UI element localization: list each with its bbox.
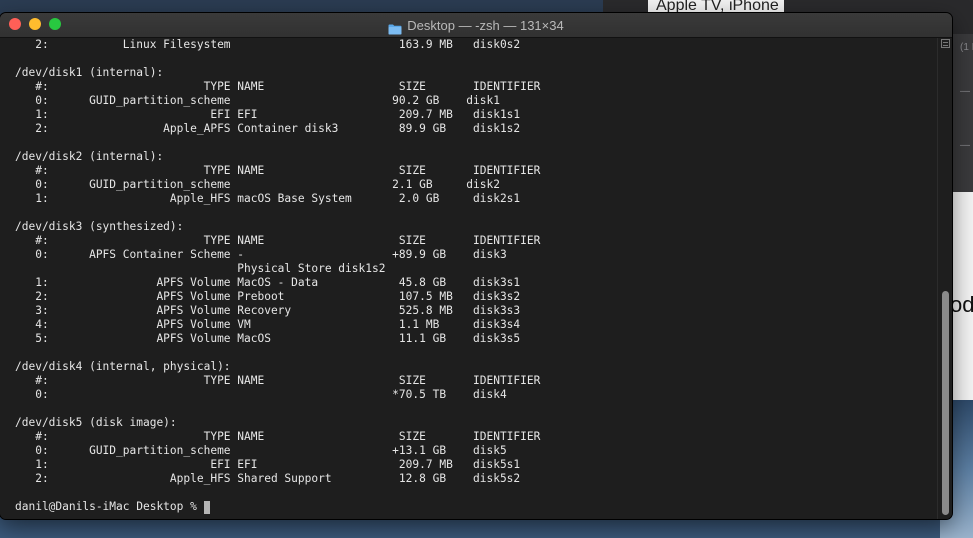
title-bar[interactable]: Desktop — -zsh — 131×34	[0, 13, 952, 38]
shell-prompt-line[interactable]: danil@Danils-iMac Desktop %	[15, 500, 210, 514]
vertical-scrollbar[interactable]	[937, 38, 952, 519]
terminal-content[interactable]: 2: Linux Filesystem 163.9 MB disk0s2 /de…	[0, 38, 937, 519]
window-title: Desktop — -zsh — 131×34	[0, 13, 952, 37]
background-side-text: (1 I	[960, 42, 973, 53]
background-side-text: — sto	[960, 140, 973, 151]
window-title-text: Desktop — -zsh — 131×34	[407, 17, 564, 33]
terminal-output: 2: Linux Filesystem 163.9 MB disk0s2 /de…	[15, 38, 541, 485]
terminal-window[interactable]: Desktop — -zsh — 131×34 2: Linux Filesys…	[0, 13, 952, 519]
background-window-strip-text: Apple TV, iPhone	[656, 0, 779, 14]
shell-prompt: danil@Danils-iMac Desktop %	[15, 500, 197, 513]
background-side-text: — sto	[960, 86, 973, 97]
scroll-menu-icon[interactable]	[941, 39, 950, 48]
folder-icon	[388, 20, 402, 34]
background-side-panel[interactable]: (1 I — sto — sto	[950, 34, 973, 192]
background-window-title-strip[interactable]: Apple TV, iPhone	[648, 0, 784, 14]
background-white-panel[interactable]: od	[950, 192, 973, 407]
background-white-panel-text: od	[950, 292, 973, 317]
scrollbar-thumb[interactable]	[942, 291, 949, 515]
text-cursor	[203, 500, 210, 514]
